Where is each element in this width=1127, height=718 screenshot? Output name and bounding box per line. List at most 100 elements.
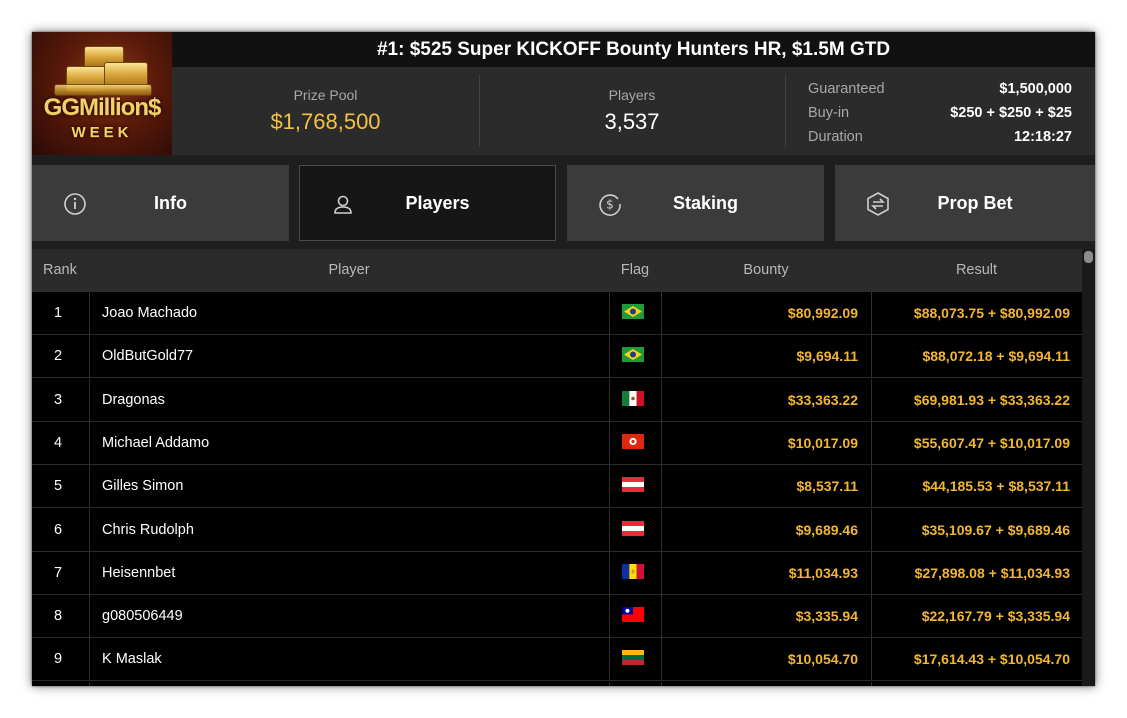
table-scrollbar[interactable] — [1082, 249, 1095, 686]
mexico-flag-icon — [622, 390, 644, 406]
user-icon — [334, 195, 352, 214]
table-row[interactable]: 9 K Maslak $10,054.70 $17,614.43 + $10,054.… — [32, 638, 1082, 682]
player-name[interactable]: Heisennbet — [102, 552, 175, 595]
tab-bar: Info Players $ Staking Prop Bet — [32, 165, 1095, 241]
players-label: Players — [608, 87, 656, 103]
player-name[interactable]: g080506449 — [102, 595, 183, 638]
info-icon — [64, 193, 86, 215]
cell-divider — [89, 681, 90, 686]
table-row[interactable]: 5 Gilles Simon $8,537.11 $44,185.53 + $8,53… — [32, 465, 1082, 509]
tab-staking[interactable]: $ Staking — [567, 165, 824, 241]
table-row[interactable]: 4 Michael Addamo $10,017.09 $55,607.47 + $1… — [32, 421, 1082, 465]
tab-info[interactable]: Info — [32, 165, 289, 241]
rank-cell: 9 — [54, 651, 63, 668]
bounty-cell: $33,363.22 — [787, 391, 858, 408]
cell-divider — [609, 465, 610, 509]
tab-prop-bet[interactable]: Prop Bet — [835, 165, 1095, 241]
column-player[interactable]: Player — [89, 249, 609, 292]
tournament-window: GGMillion$ WEEK #1: $525 Super KICKOFF B… — [32, 32, 1095, 686]
bounty-cell: $11,034.93 — [788, 564, 858, 581]
table-row[interactable]: 3 Dragonas $33,363.22 $69,981.93 + $33,363.… — [32, 378, 1082, 422]
cell-divider — [609, 421, 610, 465]
rank-cell: 5 — [54, 478, 63, 495]
tab-players[interactable]: Players — [299, 165, 556, 241]
player-name[interactable]: Gilles Simon — [102, 465, 183, 508]
players-value: 3,537 — [604, 109, 660, 134]
cell-divider — [89, 292, 90, 335]
cell-divider — [89, 335, 90, 379]
duration-label: Duration — [808, 129, 863, 145]
cell-divider — [89, 378, 90, 422]
cell-divider — [89, 421, 90, 465]
bounty-cell: $80,992.09 — [787, 305, 858, 321]
cell-divider — [609, 335, 610, 379]
table-row[interactable]: 6 Chris Rudolph $9,689.46 $35,109.67 + $9,6… — [32, 508, 1082, 552]
table-row[interactable]: 8 g080506449 $3,335.94 $22,167.79 + $3,335.… — [32, 595, 1082, 639]
rank-cell: 1 — [54, 305, 63, 321]
svg-text:$: $ — [606, 198, 614, 212]
duration-value: 12:18:27 — [1013, 129, 1072, 145]
table-row[interactable]: 1 Joao Machado $80,992.09 $88,073.75 + $80,… — [32, 292, 1082, 335]
result-cell: $17,614.43 + $10,054.70 — [913, 651, 1070, 668]
player-name[interactable]: Dragonas — [102, 379, 165, 422]
buyin-row: Buy-in $250 + $250 + $25 — [808, 101, 1072, 125]
cell-divider — [609, 378, 610, 422]
ggmillions-week-logo: GGMillion$ WEEK — [32, 32, 172, 155]
buyin-value: $250 + $250 + $25 — [950, 105, 1072, 121]
players-stat: Players 3,537 — [479, 67, 785, 155]
tournament-stats: Prize Pool $1,768,500 Players 3,537 Guar… — [172, 67, 1095, 155]
result-cell: $88,072.18 + $9,694.11 — [922, 348, 1070, 365]
prize-pool-stat: Prize Pool $1,768,500 — [172, 67, 479, 155]
cell-divider — [89, 595, 90, 639]
table-row[interactable] — [32, 681, 1082, 686]
result-cell: $27,898.08 + $11,034.93 — [914, 564, 1070, 581]
guaranteed-label: Guaranteed — [808, 81, 885, 97]
buyin-label: Buy-in — [808, 105, 850, 121]
cell-divider — [609, 638, 610, 682]
tournament-title: #1: $525 Super KICKOFF Bounty Hunters HR… — [172, 32, 1095, 67]
scrollbar-thumb[interactable] — [1084, 251, 1093, 263]
cell-divider — [609, 508, 610, 552]
column-flag[interactable]: Flag — [609, 249, 661, 292]
tournament-details: Guaranteed $1,500,000 Buy-in $250 + $250… — [808, 77, 1072, 149]
table-row[interactable]: 2 OldButGold77 $9,694.11 $88,072.18 + $9,69… — [32, 335, 1082, 379]
dollar-circle-icon: $ — [599, 194, 621, 216]
bounty-cell: $10,017.09 — [787, 434, 858, 451]
brazil-flag-icon — [622, 347, 644, 363]
column-bounty[interactable]: Bounty — [661, 249, 871, 292]
rank-cell: 8 — [54, 608, 63, 625]
bounty-cell: $9,694.11 — [796, 348, 858, 365]
rank-cell: 6 — [54, 521, 63, 538]
result-cell: $35,109.67 + $9,689.46 — [921, 521, 1070, 538]
player-name[interactable]: Chris Rudolph — [102, 509, 194, 552]
player-name[interactable]: K Maslak — [102, 638, 162, 681]
result-cell: $22,167.79 + $3,335.94 — [921, 608, 1070, 625]
cell-divider — [89, 465, 90, 509]
column-rank[interactable]: Rank — [43, 249, 77, 292]
table-row[interactable]: 7 Heisennbet $11,034.93 $27,898.08 + $11,03… — [32, 551, 1082, 595]
prop-bet-icon — [867, 192, 889, 216]
column-result[interactable]: Result — [871, 249, 1082, 292]
stat-divider — [785, 75, 786, 147]
player-name[interactable]: OldButGold77 — [102, 335, 193, 378]
players-table-body: 1 Joao Machado $80,992.09 $88,073.75 + $80,… — [32, 292, 1082, 686]
bounty-cell: $9,689.46 — [795, 521, 858, 538]
rank-cell: 2 — [54, 348, 63, 365]
players-table-header: Rank Player Flag Bounty Result — [32, 249, 1082, 292]
austria-flag-icon — [622, 477, 644, 493]
cell-divider — [609, 551, 610, 595]
cell-divider — [609, 681, 610, 686]
result-cell: $44,185.53 + $8,537.11 — [922, 478, 1070, 495]
bounty-cell: $8,537.11 — [796, 478, 858, 495]
player-name[interactable]: Michael Addamo — [102, 422, 209, 465]
rank-cell: 4 — [54, 434, 63, 451]
guaranteed-value: $1,500,000 — [999, 81, 1072, 97]
logo-subtitle: WEEK — [71, 124, 133, 141]
prize-pool-value: $1,768,500 — [270, 109, 381, 134]
result-cell: $88,073.75 + $80,992.09 — [913, 305, 1070, 321]
austria-flag-icon — [622, 520, 644, 536]
bounty-cell: $10,054.70 — [787, 651, 858, 668]
cell-divider — [661, 681, 662, 686]
taiwan-flag-icon — [622, 607, 644, 623]
player-name[interactable]: Joao Machado — [102, 292, 197, 335]
